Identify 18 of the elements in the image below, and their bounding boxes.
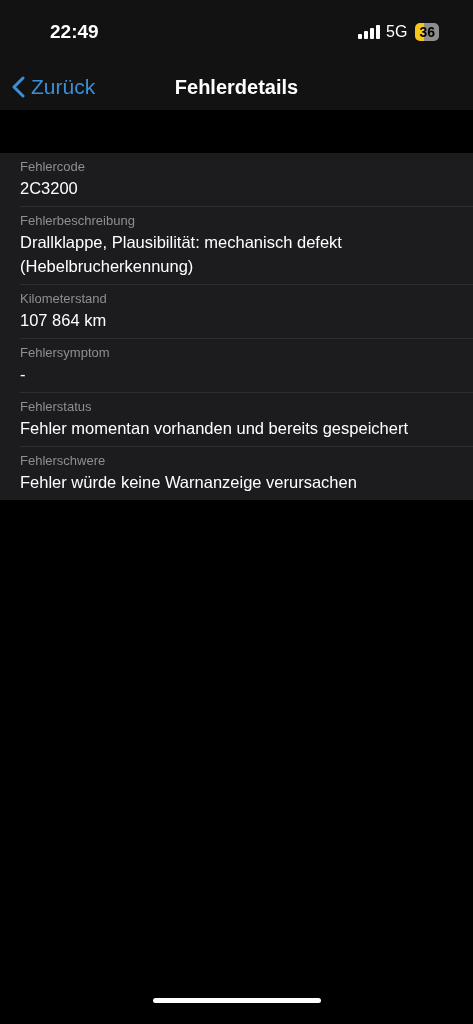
screen-title: Fehlerdetails — [174, 75, 299, 100]
chevron-left-icon — [12, 76, 25, 98]
clock-time: 22:49 — [50, 19, 99, 44]
field-label: Fehlercode — [20, 158, 87, 176]
field-label: Fehlersymptom — [20, 344, 111, 362]
field-value: Drallklappe, Plausibilität: mechanisch defekt (Hebelbrucherkennung) — [20, 232, 343, 277]
field-value: Fehler momentan vorhanden und bereits gespeichert — [20, 418, 409, 439]
signal-icon — [358, 25, 381, 39]
field-label: Fehlerbeschreibung — [20, 212, 136, 230]
field-label: Fehlerschwere — [20, 452, 107, 470]
field-value: Fehler würde keine Warnanzeige verursachen — [20, 472, 358, 493]
field-label: Kilometerstand — [20, 290, 108, 308]
field-value: 107 864 km — [20, 310, 108, 331]
field-value: 2C3200 — [20, 178, 79, 199]
field-label: Fehlerstatus — [20, 398, 93, 416]
field-value: - — [20, 364, 27, 385]
network-label: 5G — [386, 22, 408, 42]
back-button[interactable]: Zurück — [0, 71, 96, 103]
